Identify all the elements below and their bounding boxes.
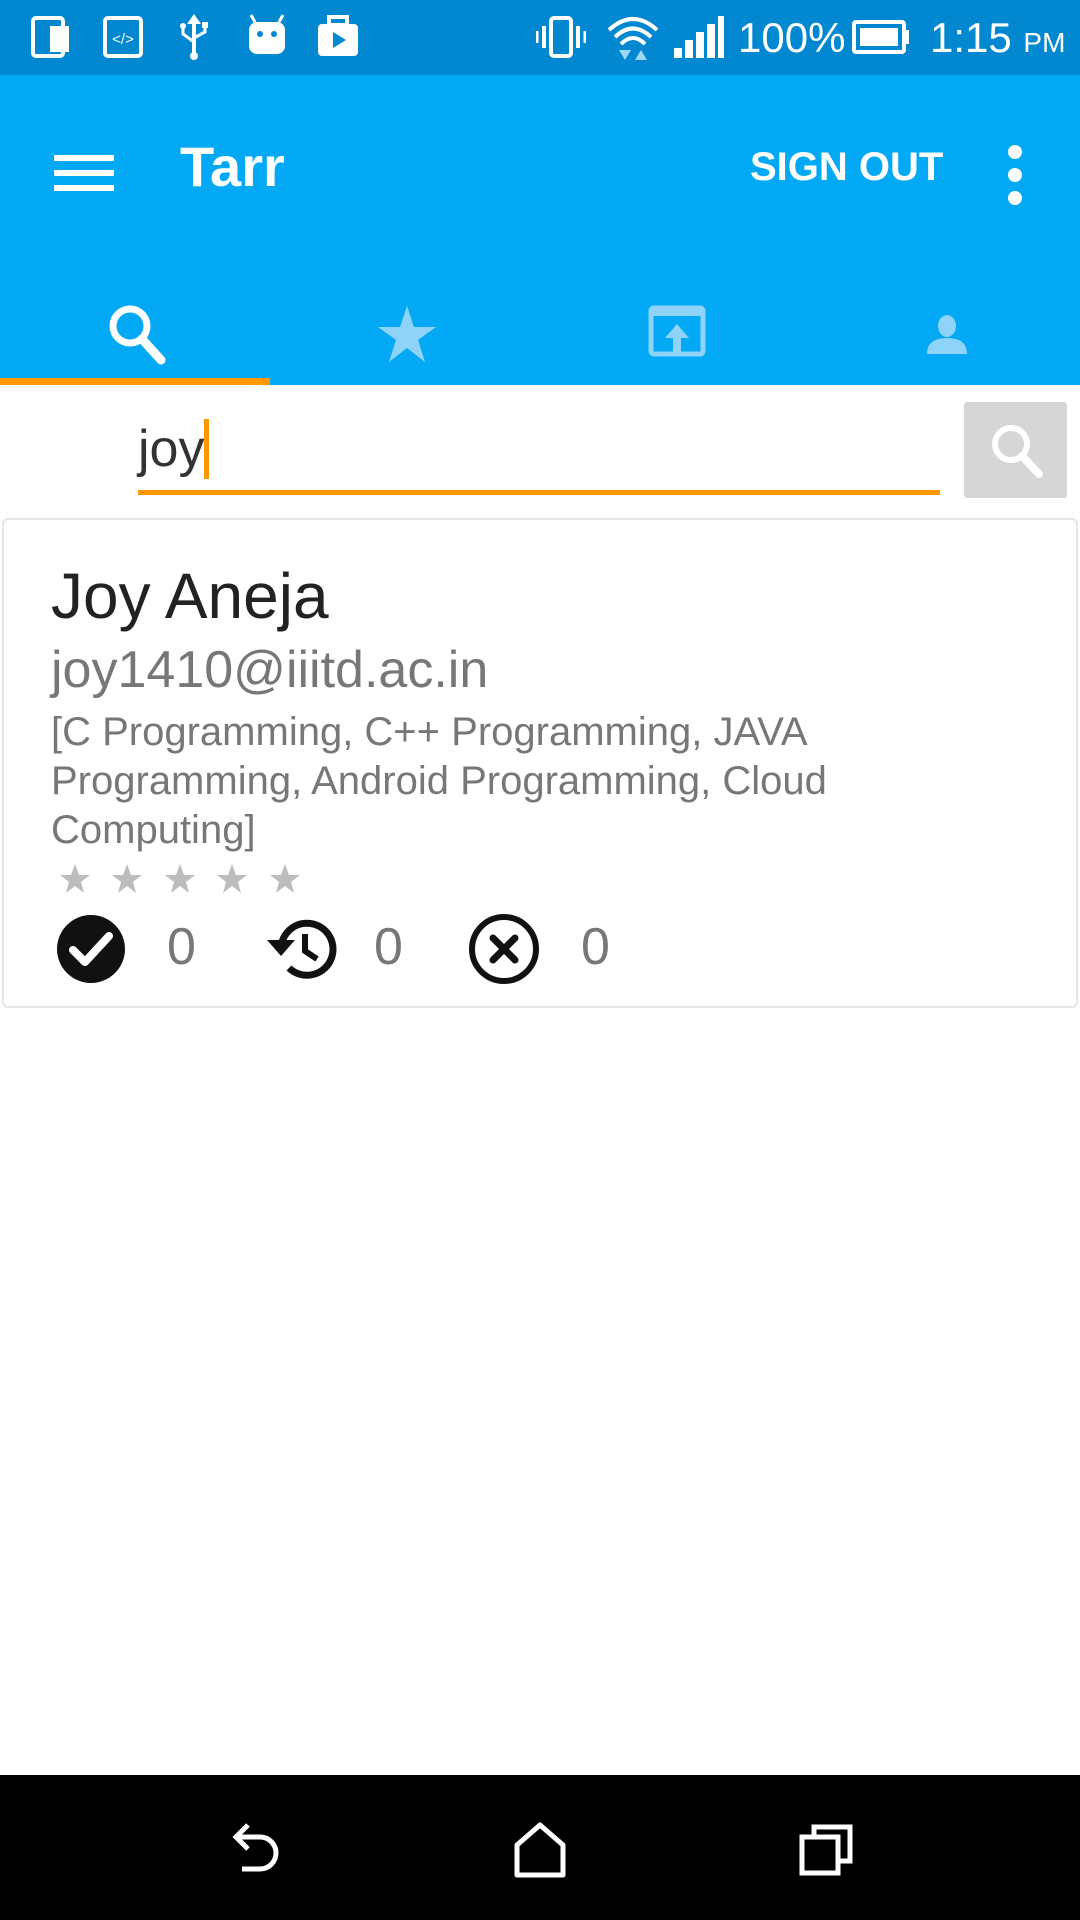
wifi-icon <box>607 17 659 60</box>
pending-count: 0 <box>374 918 403 976</box>
back-button[interactable] <box>220 1815 290 1885</box>
tab-favorites[interactable] <box>270 290 540 385</box>
star-icon <box>217 864 248 893</box>
search-button[interactable] <box>964 402 1067 498</box>
clock-ampm: PM <box>1023 27 1066 58</box>
cancel-circle-icon <box>469 914 539 984</box>
user-name: Joy Aneja <box>51 560 329 632</box>
search-input-value: joy <box>138 420 205 478</box>
battery-icon <box>852 20 909 54</box>
selected-tab-indicator <box>0 378 270 385</box>
recents-icon <box>799 1824 853 1876</box>
text-cursor <box>204 419 210 479</box>
star-icon <box>60 864 90 893</box>
system-navigation-bar <box>0 1775 1080 1920</box>
search-icon <box>992 425 1043 478</box>
battery-percent: 100% <box>738 14 846 61</box>
svg-text:</>: </> <box>112 31 134 48</box>
usb-icon <box>180 14 208 60</box>
tab-uploads[interactable] <box>540 290 810 385</box>
open-in-browser-icon <box>648 305 706 357</box>
app-title: Tarr <box>180 135 285 198</box>
home-icon <box>514 1822 566 1878</box>
clock-time: 1:15 <box>930 14 1012 61</box>
vibrate-icon <box>536 16 586 58</box>
star-icon <box>269 864 300 893</box>
developer-icon: </> <box>103 16 143 58</box>
more-options-button[interactable] <box>985 130 1045 220</box>
android-icon <box>249 14 285 54</box>
hamburger-menu-icon <box>54 155 114 191</box>
status-clock: 1:15 PM <box>930 14 1065 67</box>
tab-profile[interactable] <box>810 290 1080 385</box>
tab-search[interactable] <box>0 290 270 385</box>
screen-mirror-icon <box>31 16 69 58</box>
video-icon <box>318 15 358 56</box>
user-email: joy1410@iiitd.ac.in <box>51 641 489 699</box>
history-icon <box>267 919 337 979</box>
accepted-count: 0 <box>167 918 196 976</box>
sign-out-button[interactable]: SIGN OUT <box>740 131 953 203</box>
menu-button[interactable] <box>40 125 130 215</box>
app-bar: Tarr SIGN OUT <box>0 75 1080 385</box>
search-icon <box>109 305 166 365</box>
back-icon <box>232 1823 279 1872</box>
signal-icon <box>674 16 724 58</box>
star-icon <box>112 864 143 893</box>
recents-button[interactable] <box>792 1815 862 1885</box>
home-button[interactable] <box>505 1815 575 1885</box>
user-result-card[interactable]: Joy Aneja joy1410@iiitd.ac.in [C Program… <box>2 518 1078 1008</box>
star-icon <box>164 864 195 893</box>
person-icon <box>927 315 967 354</box>
search-input[interactable]: joy <box>138 405 940 495</box>
user-skills: [C Programming, C++ Programming, JAVA Pr… <box>51 710 827 852</box>
rating-bar <box>54 858 312 900</box>
more-vertical-icon <box>1008 145 1022 205</box>
check-circle-icon <box>57 915 125 983</box>
rejected-count: 0 <box>581 918 610 976</box>
status-bar: </> 100% 1:15 PM <box>0 0 1080 75</box>
star-icon <box>378 306 436 362</box>
